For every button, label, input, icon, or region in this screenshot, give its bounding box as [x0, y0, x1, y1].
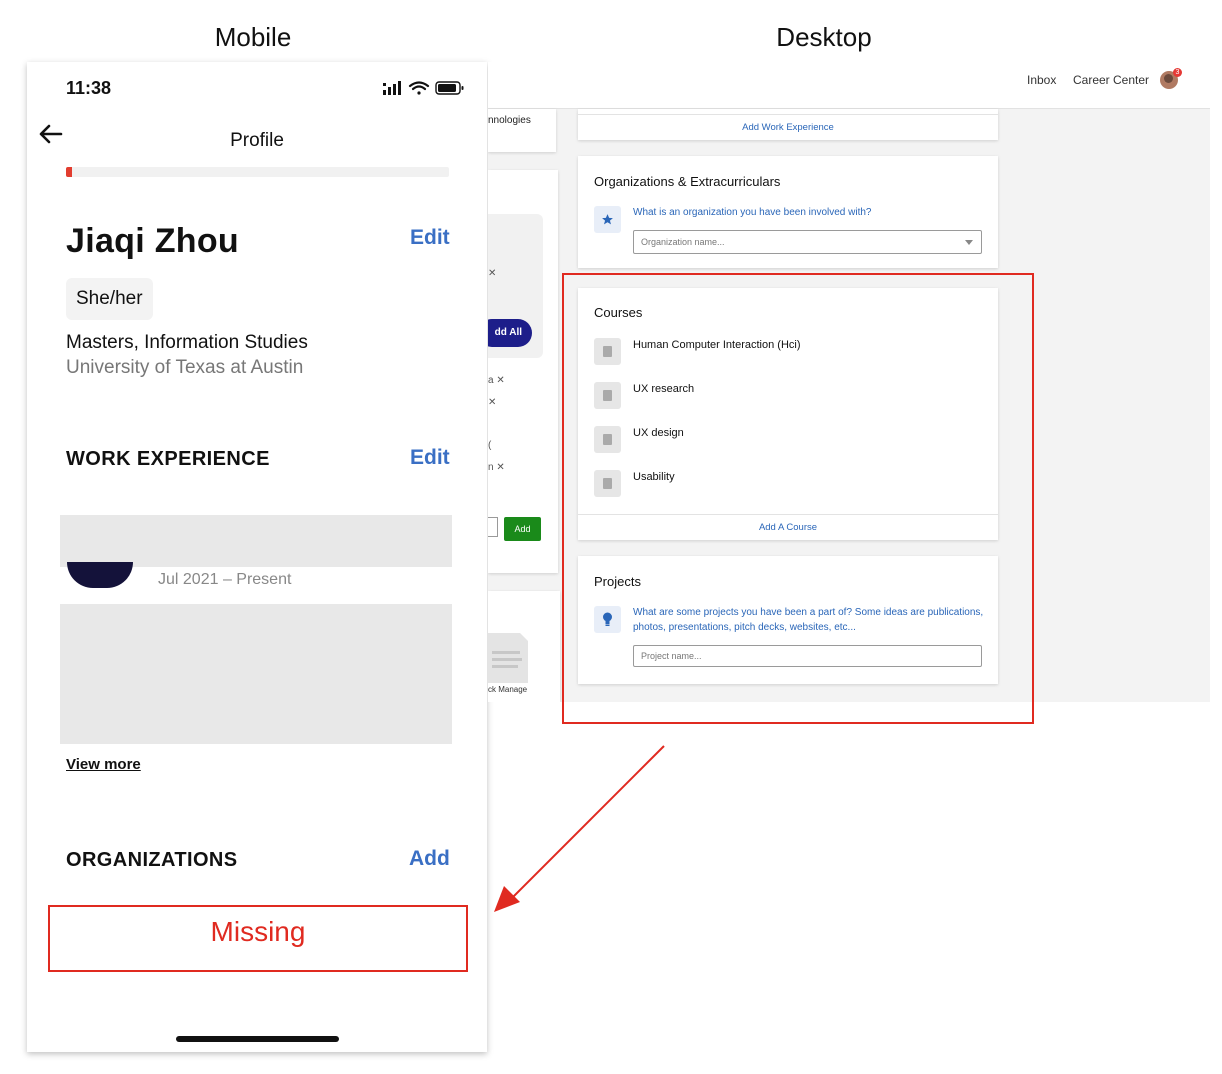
- organization-prompt: What is an organization you have been in…: [633, 207, 872, 218]
- organization-name-select[interactable]: Organization name...: [633, 230, 982, 254]
- tag-remove-icon[interactable]: a ✕: [488, 375, 505, 386]
- technologies-fragment: nnologies: [488, 115, 531, 126]
- desktop-highlight-frame: [562, 273, 1034, 724]
- status-time: 11:38: [66, 78, 112, 98]
- skills-card-fragment: ✕ dd All a ✕ ✕ ( n ✕ Add: [488, 170, 558, 573]
- add-work-experience-link[interactable]: Add Work Experience: [578, 122, 998, 133]
- missing-label: Missing: [210, 916, 306, 947]
- home-indicator: [176, 1036, 339, 1042]
- add-all-button[interactable]: dd All: [488, 319, 532, 347]
- tag-fragment: (: [488, 440, 492, 451]
- organizations-title: Organizations & Extracurriculars: [594, 174, 781, 189]
- tag-remove-icon[interactable]: n ✕: [488, 462, 505, 473]
- edit-profile-button[interactable]: Edit: [410, 226, 450, 250]
- signal-icon: [383, 81, 401, 95]
- star-icon-box: [594, 206, 621, 233]
- organizations-heading: ORGANIZATIONS: [66, 849, 238, 871]
- skill-input-fragment[interactable]: [488, 517, 498, 537]
- job-date: Jul 2021 – Present: [158, 571, 292, 588]
- degree-text: Masters, Information Studies: [66, 332, 308, 353]
- battery-icon: [435, 81, 464, 95]
- tag-remove-icon[interactable]: ✕: [488, 397, 496, 408]
- redacted-job-description: [60, 604, 452, 744]
- inbox-link[interactable]: Inbox: [1027, 73, 1056, 87]
- annotation-arrow-icon: [494, 745, 665, 912]
- page-title: Profile: [230, 130, 284, 151]
- company-logo: [67, 562, 133, 588]
- mobile-column-title: Mobile: [214, 22, 292, 52]
- chevron-down-icon: [965, 240, 973, 245]
- view-more-link[interactable]: View more: [66, 756, 141, 773]
- redacted-job-header: [60, 515, 452, 567]
- tag-remove-icon[interactable]: ✕: [488, 268, 496, 279]
- manage-fragment: ck Manage: [488, 685, 528, 694]
- organizations-card: Organizations & Extracurriculars What is…: [578, 156, 998, 268]
- work-experience-card: Add Work Experience: [578, 109, 998, 140]
- profile-progress-fill: [66, 167, 72, 177]
- avatar-face: [1164, 74, 1173, 83]
- notification-badge: 3: [1173, 68, 1182, 77]
- status-icons: [383, 81, 464, 95]
- pronouns-badge: She/her: [66, 278, 153, 320]
- career-center-link[interactable]: Career Center: [1073, 73, 1149, 87]
- documents-card-fragment: ck Manage: [488, 591, 560, 702]
- profile-name: Jiaqi Zhou: [66, 222, 239, 260]
- edit-work-experience-button[interactable]: Edit: [410, 446, 450, 470]
- organization-name-placeholder: Organization name...: [641, 237, 725, 247]
- add-skill-button[interactable]: Add: [504, 517, 541, 541]
- card-divider: [578, 114, 998, 115]
- star-icon: [602, 214, 613, 225]
- add-organization-button[interactable]: Add: [409, 847, 450, 871]
- school-text: University of Texas at Austin: [66, 357, 304, 378]
- document-icon: [488, 633, 528, 683]
- wifi-icon: [408, 81, 430, 95]
- technologies-card-fragment: nnologies: [488, 109, 556, 152]
- desktop-column-title: Desktop: [776, 22, 872, 52]
- mobile-screen: 11:38 Profile Jiaqi Zhou Edit She/her Ma…: [27, 62, 487, 1052]
- profile-progress-bar: [66, 167, 449, 177]
- missing-annotation-box: Missing: [48, 905, 468, 972]
- work-experience-heading: WORK EXPERIENCE: [66, 448, 270, 470]
